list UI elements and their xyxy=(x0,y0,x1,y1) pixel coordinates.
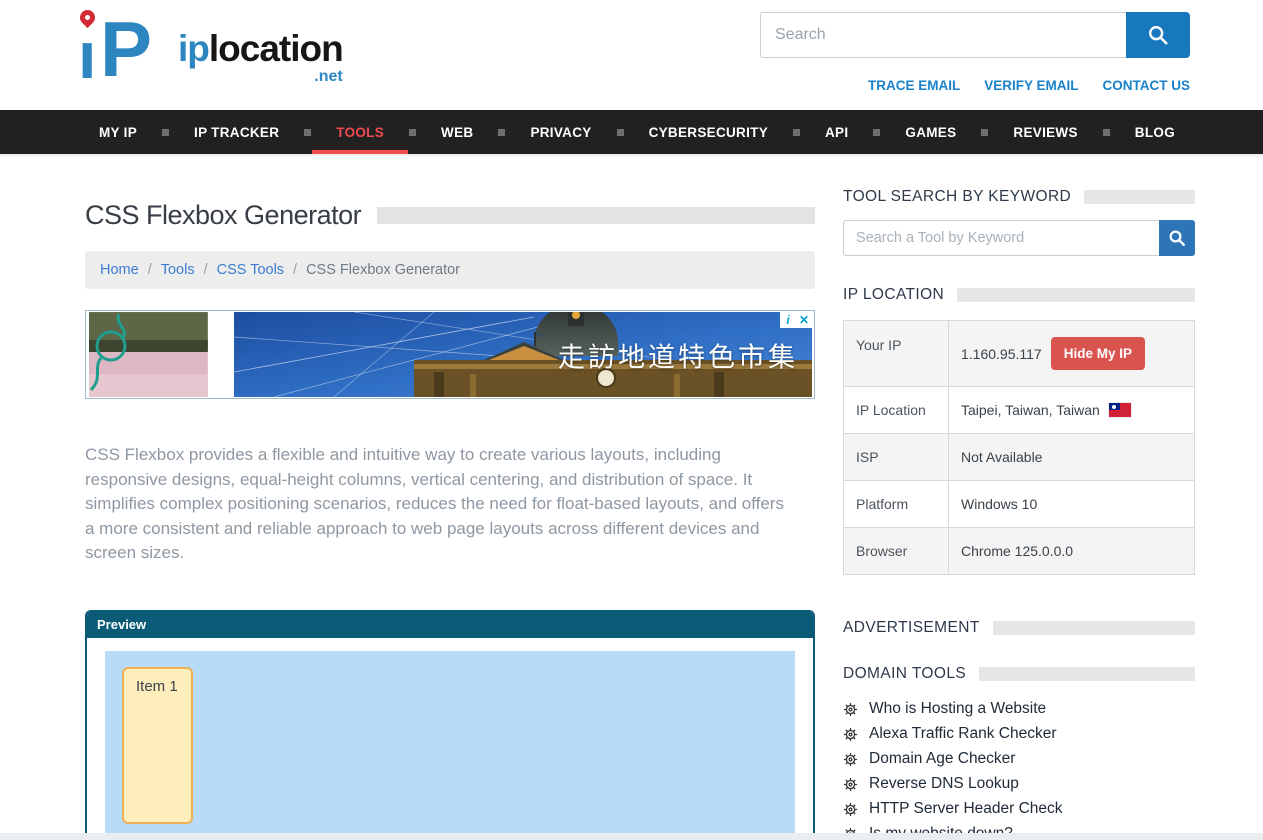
gear-icon xyxy=(843,802,858,817)
ad-info-icon[interactable]: i xyxy=(780,312,796,328)
breadcrumb: Home / Tools / CSS Tools / CSS Flexbox G… xyxy=(85,251,815,289)
breadcrumb-css-tools[interactable]: CSS Tools xyxy=(217,262,284,278)
flexbox-preview-item[interactable]: Item 1 xyxy=(122,667,193,824)
gear-icon xyxy=(843,727,858,742)
trace-email-link[interactable]: TRACE EMAIL xyxy=(868,78,960,93)
search-icon xyxy=(1147,24,1169,46)
ip-location-heading: IP LOCATION xyxy=(843,286,944,304)
isp-value: Not Available xyxy=(949,434,1194,480)
tool-link-hosting[interactable]: Who is Hosting a Website xyxy=(869,700,1046,718)
nav-item-api[interactable]: API xyxy=(811,110,862,154)
nav-item-web[interactable]: WEB xyxy=(427,110,487,154)
search-icon xyxy=(1168,229,1186,247)
logo-mark: ı P xyxy=(78,8,196,96)
heading-decorative-bar xyxy=(993,621,1195,635)
nav-item-blog[interactable]: BLOG xyxy=(1121,110,1189,154)
gear-icon xyxy=(843,752,858,767)
table-row-platform: Platform Windows 10 xyxy=(844,481,1194,528)
logo-word-location: location xyxy=(209,28,343,69)
breadcrumb-tools[interactable]: Tools xyxy=(161,262,195,278)
main-navbar: MY IP IP TRACKER TOOLS WEB PRIVACY CYBER… xyxy=(0,110,1263,154)
table-row-your-ip: Your IP 1.160.95.117 Hide My IP xyxy=(844,321,1194,387)
nav-item-games[interactable]: GAMES xyxy=(891,110,970,154)
tool-description: CSS Flexbox provides a flexible and intu… xyxy=(85,443,797,566)
breadcrumb-current: CSS Flexbox Generator xyxy=(306,262,460,278)
list-item[interactable]: Alexa Traffic Rank Checker xyxy=(843,725,1195,743)
heading-decorative-bar xyxy=(1084,190,1195,204)
nav-separator xyxy=(793,129,800,136)
hide-my-ip-button[interactable]: Hide My IP xyxy=(1051,337,1145,370)
list-item[interactable]: Domain Age Checker xyxy=(843,750,1195,768)
tool-search-heading: TOOL SEARCH BY KEYWORD xyxy=(843,188,1071,206)
nav-item-privacy[interactable]: PRIVACY xyxy=(516,110,605,154)
preview-panel: Preview Item 1 xyxy=(85,610,815,840)
tool-link-http-header[interactable]: HTTP Server Header Check xyxy=(869,800,1063,818)
table-row-browser: Browser Chrome 125.0.0.0 xyxy=(844,528,1194,574)
tool-search-input[interactable] xyxy=(843,220,1159,256)
title-decorative-bar xyxy=(377,207,815,224)
list-item[interactable]: Who is Hosting a Website xyxy=(843,700,1195,718)
list-item[interactable]: Reverse DNS Lookup xyxy=(843,775,1195,793)
main-content: CSS Flexbox Generator Home / Tools / CSS… xyxy=(85,158,815,840)
tool-link-domain-age[interactable]: Domain Age Checker xyxy=(869,750,1015,768)
nav-separator xyxy=(617,129,624,136)
nav-separator xyxy=(873,129,880,136)
header-search-input[interactable] xyxy=(760,12,1126,58)
domain-tools-list: Who is Hosting a Website Alexa Traffic R… xyxy=(843,700,1195,840)
ad-headline: 走訪地道特色市集 xyxy=(558,335,798,374)
your-ip-value: 1.160.95.117 xyxy=(961,346,1042,362)
ip-info-table: Your IP 1.160.95.117 Hide My IP IP Locat… xyxy=(843,320,1195,575)
contact-us-link[interactable]: CONTACT US xyxy=(1103,78,1191,93)
page-title: CSS Flexbox Generator xyxy=(85,200,361,231)
preview-panel-header: Preview xyxy=(87,612,813,638)
ad-close-icon[interactable]: ✕ xyxy=(796,312,812,328)
tool-link-alexa-rank[interactable]: Alexa Traffic Rank Checker xyxy=(869,725,1057,743)
breadcrumb-home[interactable]: Home xyxy=(100,262,139,278)
ad-image-landscape xyxy=(89,312,208,397)
tool-search-form xyxy=(843,220,1195,256)
nav-item-tools[interactable]: TOOLS xyxy=(322,110,398,154)
nav-item-my-ip[interactable]: MY IP xyxy=(85,110,151,154)
preview-panel-body: Item 1 xyxy=(87,638,813,840)
nav-separator xyxy=(162,129,169,136)
nav-item-cybersecurity[interactable]: CYBERSECURITY xyxy=(635,110,782,154)
logo-tld: .net xyxy=(178,69,343,85)
logo-wordmark: iplocation .net xyxy=(178,30,343,85)
tool-link-reverse-dns[interactable]: Reverse DNS Lookup xyxy=(869,775,1019,793)
header-utility-links: TRACE EMAIL VERIFY EMAIL CONTACT US xyxy=(760,78,1190,93)
list-item[interactable]: HTTP Server Header Check xyxy=(843,800,1195,818)
heading-decorative-bar xyxy=(979,667,1195,681)
tool-search-button[interactable] xyxy=(1159,220,1195,256)
table-row-isp: ISP Not Available xyxy=(844,434,1194,481)
ad-image-building: 走訪地道特色市集 xyxy=(234,312,812,397)
header-search-button[interactable] xyxy=(1126,12,1190,58)
nav-separator xyxy=(304,129,311,136)
heading-decorative-bar xyxy=(957,288,1195,302)
ip-location-value: Taipei, Taiwan, Taiwan xyxy=(961,402,1100,418)
platform-value: Windows 10 xyxy=(949,481,1194,527)
header-search-form xyxy=(760,12,1190,58)
gear-icon xyxy=(843,777,858,792)
nav-separator xyxy=(409,129,416,136)
advertisement-heading: ADVERTISEMENT xyxy=(843,619,980,637)
domain-tools-heading: DOMAIN TOOLS xyxy=(843,665,966,683)
flexbox-preview-container: Item 1 xyxy=(105,651,795,840)
verify-email-link[interactable]: VERIFY EMAIL xyxy=(984,78,1078,93)
next-section-edge xyxy=(0,833,1263,840)
logo-letter-i: ı xyxy=(78,22,96,88)
site-logo[interactable]: ı P iplocation .net xyxy=(78,8,343,96)
table-row-ip-location: IP Location Taipei, Taiwan, Taiwan xyxy=(844,387,1194,434)
sidebar: TOOL SEARCH BY KEYWORD IP LOCATION Your … xyxy=(843,158,1195,840)
ad-banner[interactable]: 走訪地道特色市集 i ✕ xyxy=(85,310,815,399)
browser-value: Chrome 125.0.0.0 xyxy=(949,528,1194,574)
logo-letter-p: P xyxy=(100,10,152,88)
site-header: ı P iplocation .net TRACE EMAIL VERIFY E… xyxy=(0,0,1263,110)
gear-icon xyxy=(843,702,858,717)
nav-item-ip-tracker[interactable]: IP TRACKER xyxy=(180,110,293,154)
nav-separator xyxy=(498,129,505,136)
nav-separator xyxy=(981,129,988,136)
nav-item-reviews[interactable]: REVIEWS xyxy=(999,110,1091,154)
nav-separator xyxy=(1103,129,1110,136)
taiwan-flag-icon xyxy=(1109,403,1131,417)
